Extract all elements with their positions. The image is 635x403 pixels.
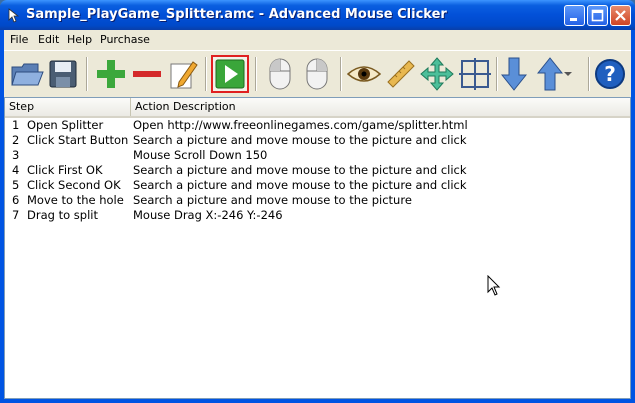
mouse-left-icon <box>269 58 291 90</box>
step-name: Drag to split <box>27 208 98 222</box>
menu-bar: File Edit Help Purchase <box>4 30 631 49</box>
help-button[interactable]: ? <box>591 55 629 93</box>
view-button[interactable] <box>345 55 383 93</box>
action-description: Mouse Scroll Down 150 <box>133 148 268 162</box>
maximize-icon <box>591 9 604 22</box>
help-icon: ? <box>595 59 625 89</box>
save-icon <box>49 60 77 88</box>
menu-edit[interactable]: Edit <box>38 33 59 46</box>
action-description: Open http://www.freeonlinegames.com/game… <box>133 118 468 132</box>
action-description: Search a picture and move mouse to the p… <box>133 163 467 177</box>
step-number: 3 <box>12 148 20 162</box>
step-number: 1 <box>12 118 20 132</box>
add-icon <box>97 60 125 88</box>
close-icon <box>615 10 626 21</box>
mouse-cursor-icon <box>487 275 501 296</box>
title-bar[interactable]: Sample_PlayGame_Splitter.amc - Advanced … <box>0 0 635 30</box>
edit-button[interactable] <box>164 55 202 93</box>
action-description: Mouse Drag X:-246 Y:-246 <box>133 208 283 222</box>
dropdown-icon <box>564 72 572 76</box>
column-header-action[interactable]: Action Description <box>131 98 630 116</box>
table-row[interactable]: 4 Click First OK Search a picture and move… <box>5 163 630 178</box>
play-icon <box>215 59 245 89</box>
remove-icon <box>133 71 161 77</box>
step-number: 4 <box>12 163 20 177</box>
more-dropdown-button[interactable] <box>560 55 576 93</box>
menu-help[interactable]: Help <box>67 33 92 46</box>
table-row[interactable]: 7 Drag to split Mouse Drag X:-246 Y:-246 <box>5 208 630 223</box>
play-button[interactable] <box>211 55 249 93</box>
action-description: Search a picture and move mouse to the p… <box>133 178 467 192</box>
crosshair-button[interactable] <box>456 55 494 93</box>
crosshair-icon <box>459 58 491 90</box>
step-name: Click First OK <box>27 163 103 177</box>
action-description: Search a picture and move mouse to the p… <box>133 133 467 147</box>
app-window: Sample_PlayGame_Splitter.amc - Advanced … <box>0 0 635 403</box>
move-down-button[interactable] <box>495 55 533 93</box>
step-name: Click Second OK <box>27 178 121 192</box>
table-row[interactable]: 1 Open Splitter Open http://www.freeonline… <box>5 118 630 133</box>
action-description: Search a picture and move mouse to the p… <box>133 193 412 207</box>
step-number: 6 <box>12 193 20 207</box>
down-arrow-icon <box>501 57 527 91</box>
app-icon <box>8 8 20 23</box>
mouse-left-click-button[interactable] <box>261 55 299 93</box>
minimize-button[interactable] <box>564 5 585 26</box>
move-icon <box>420 57 454 91</box>
save-button[interactable] <box>44 55 82 93</box>
eye-icon <box>347 66 381 82</box>
client-area: File Edit Help Purchase ? Step Action De… <box>4 30 631 399</box>
table-row[interactable]: 2 Click Start Button Search a picture and … <box>5 133 630 148</box>
table-row[interactable]: 6 Move to the hole Search a picture and mo… <box>5 193 630 208</box>
add-button[interactable] <box>92 55 130 93</box>
maximize-button[interactable] <box>587 5 608 26</box>
toolbar-separator <box>588 57 590 91</box>
step-name: Move to the hole <box>27 193 124 207</box>
menu-file[interactable]: File <box>10 33 28 46</box>
menu-purchase[interactable]: Purchase <box>100 33 150 46</box>
edit-icon <box>170 61 198 89</box>
remove-button[interactable] <box>128 55 166 93</box>
toolbar-separator <box>86 57 88 91</box>
steps-list[interactable]: Step Action Description 1 Open Splitter Op… <box>4 97 631 399</box>
table-row[interactable]: 3 Mouse Scroll Down 150 <box>5 148 630 163</box>
table-row[interactable]: 5 Click Second OK Search a picture and mov… <box>5 178 630 193</box>
step-number: 5 <box>12 178 20 192</box>
step-name: Open Splitter <box>27 118 104 132</box>
close-button[interactable] <box>610 5 631 26</box>
window-title: Sample_PlayGame_Splitter.amc - Advanced … <box>26 7 447 22</box>
svg-text:?: ? <box>604 62 616 86</box>
toolbar: ? <box>4 50 631 97</box>
step-name: Click Start Button <box>27 133 129 147</box>
toolbar-separator <box>340 57 342 91</box>
column-header-step[interactable]: Step <box>5 98 131 116</box>
list-header: Step Action Description <box>5 98 630 118</box>
toolbar-separator <box>255 57 257 91</box>
open-icon <box>11 63 44 86</box>
open-button[interactable] <box>8 55 46 93</box>
mouse-right-click-button[interactable] <box>298 55 336 93</box>
move-button[interactable] <box>418 55 456 93</box>
step-number: 2 <box>12 133 20 147</box>
step-number: 7 <box>12 208 20 222</box>
ruler-icon <box>387 60 415 88</box>
mouse-right-icon <box>306 58 328 90</box>
minimize-icon <box>570 18 577 21</box>
ruler-button[interactable] <box>382 55 420 93</box>
toolbar-separator <box>205 57 207 91</box>
